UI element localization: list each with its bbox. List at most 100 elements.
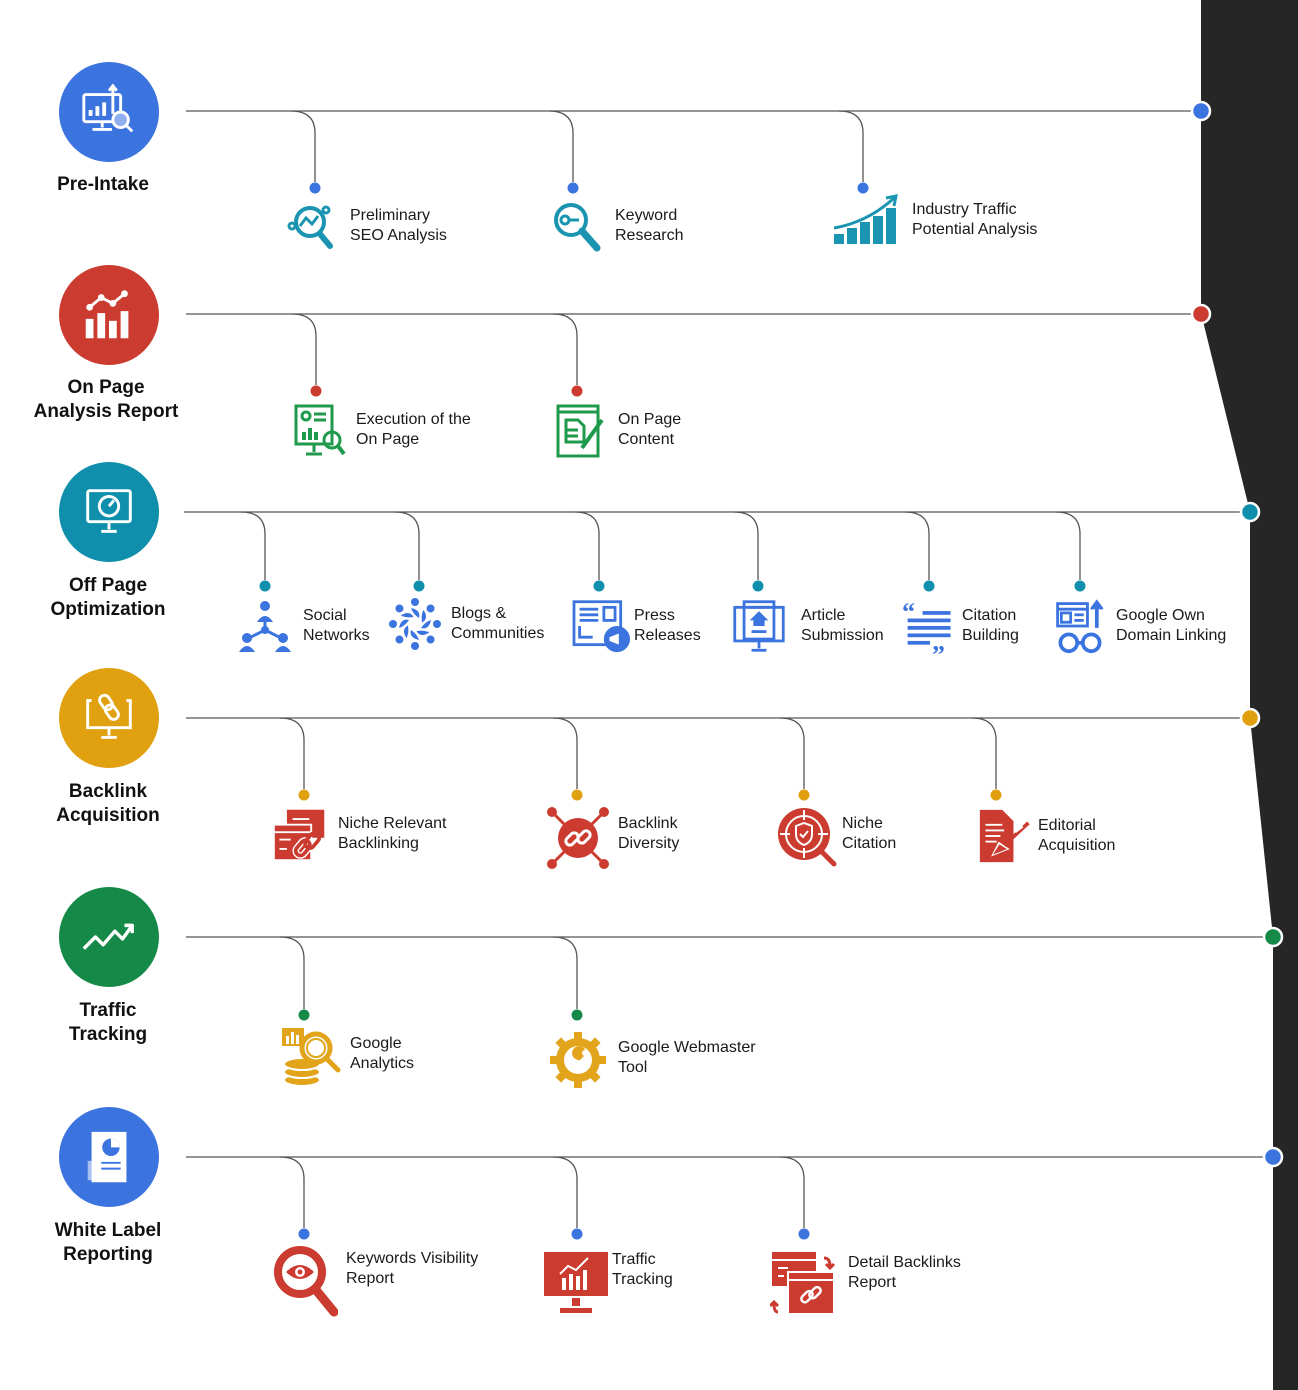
connector-off-page <box>184 501 1261 592</box>
item-label: Citation Building <box>962 607 1019 644</box>
stage-icon-traffic <box>59 887 159 987</box>
branch-line <box>279 936 305 1009</box>
item-label: Traffic Tracking <box>612 1251 673 1288</box>
browser-windows-link-icon <box>272 809 325 862</box>
timeline-end-dot <box>1190 303 1212 325</box>
branch-dot <box>309 182 321 194</box>
branch-line <box>574 511 600 580</box>
branch-line <box>838 110 864 182</box>
connector-reporting <box>186 1146 1284 1240</box>
item-label: Social Networks <box>303 607 370 644</box>
branch-dot <box>571 1009 583 1021</box>
list-item: Social Networks <box>237 598 370 654</box>
item-label: Google Analytics <box>350 1035 415 1072</box>
timeline-end-dot <box>1262 1146 1284 1168</box>
branch-line <box>552 936 578 1009</box>
report-pie-icon <box>87 1131 127 1183</box>
list-item: “” Citation Building <box>900 598 1019 654</box>
item-label: Preliminary SEO Analysis <box>350 207 447 244</box>
list-item: Article Submission <box>731 598 884 654</box>
branch-line <box>733 511 759 580</box>
item-label: Keywords Visibility Report <box>346 1250 479 1287</box>
item-label: Backlink Diversity <box>618 815 680 852</box>
branch-dot <box>798 789 810 801</box>
branch-dot <box>298 1009 310 1021</box>
stage-title: Traffic Tracking <box>68 1000 148 1045</box>
branch-dot <box>923 580 935 592</box>
timeline-end-dot <box>1239 707 1261 729</box>
branch-line <box>1055 511 1081 580</box>
stage-icon-on-page <box>59 265 159 365</box>
branch-line <box>240 511 266 580</box>
stage-icon-backlink <box>59 668 159 768</box>
key-magnifier-icon <box>554 203 601 252</box>
item-label: Google Webmaster Tool <box>618 1039 756 1076</box>
stage-title: Pre-Intake <box>57 174 149 195</box>
branch-dot <box>990 789 1002 801</box>
list-item: Traffic Tracking <box>542 1248 673 1313</box>
list-item: Industry Traffic Potential Analysis <box>832 192 1037 248</box>
branch-line <box>971 717 997 789</box>
branch-line <box>779 1156 805 1228</box>
svg-text:”: ” <box>932 640 945 654</box>
monitor-chart-magnifier-icon <box>82 83 134 133</box>
report-monitor-magnifier-icon <box>294 404 346 456</box>
list-item: Execution of the On Page <box>290 402 471 458</box>
item-label: Niche Relevant Backlinking <box>338 815 447 852</box>
stage-title: Off Page Optimization <box>50 575 166 620</box>
branch-dot <box>413 580 425 592</box>
branch-dot <box>298 1228 310 1240</box>
branch-dot <box>567 182 579 194</box>
stage-icon-pre-intake <box>59 62 159 162</box>
branch-line <box>552 313 578 385</box>
stage-title: Backlink Acquisition <box>56 781 160 826</box>
connector-traffic <box>186 926 1284 1021</box>
item-label: Article Submission <box>801 607 884 644</box>
document-pencil-icon <box>556 404 604 458</box>
document-pen-icon <box>979 809 1030 863</box>
eye-magnifier-icon <box>274 1246 338 1317</box>
list-item: Blogs & Communities <box>387 596 544 652</box>
branch-dot <box>593 580 605 592</box>
branch-line <box>779 717 805 789</box>
stage-title: On Page Analysis Report <box>33 377 179 422</box>
connector-pre-intake <box>186 100 1212 194</box>
branch-dot <box>798 1228 810 1240</box>
list-item: Niche Citation <box>776 806 897 867</box>
connector-on-page <box>186 303 1212 397</box>
timeline-end-dot <box>1262 926 1284 948</box>
item-label: Niche Citation <box>842 815 897 852</box>
monitor-speedometer-icon <box>86 489 132 533</box>
branch-line <box>291 313 317 385</box>
timeline-end-dot <box>1190 100 1212 122</box>
branch-dot <box>752 580 764 592</box>
list-item: Editorial Acquisition <box>976 808 1115 864</box>
item-label: On Page Content <box>618 411 682 448</box>
branch-dot <box>571 1228 583 1240</box>
branch-line <box>548 110 574 182</box>
branch-dot <box>571 789 583 801</box>
trend-arrow-icon <box>82 923 134 950</box>
item-label: Press Releases <box>634 607 701 644</box>
list-item: Press Releases <box>568 598 701 654</box>
newspaper-megaphone-icon <box>572 600 630 653</box>
list-item: Backlink Diversity <box>546 806 680 869</box>
browser-sync-link-icon <box>770 1252 836 1315</box>
quote-lines-icon: “” <box>902 598 951 654</box>
stage-title: White Label Reporting <box>54 1220 162 1265</box>
monitor-growth-icon <box>544 1252 608 1313</box>
item-label: Detail Backlinks Report <box>848 1254 961 1291</box>
monitor-link-icon <box>86 693 132 739</box>
bar-line-chart-icon <box>85 290 129 339</box>
branch-line <box>552 1156 578 1228</box>
branch-dot <box>571 385 583 397</box>
list-item: Google Analytics <box>280 1026 415 1087</box>
list-item: Detail Backlinks Report <box>770 1250 961 1315</box>
link-hub-icon <box>547 807 609 869</box>
list-item: Niche Relevant Backlinking <box>270 806 447 862</box>
branch-dot <box>298 789 310 801</box>
list-item: Google Own Domain Linking <box>1052 598 1226 654</box>
stage-icon-off-page <box>59 462 159 562</box>
community-circle-icon <box>389 598 441 650</box>
list-item: Keywords Visibility Report <box>274 1246 479 1317</box>
